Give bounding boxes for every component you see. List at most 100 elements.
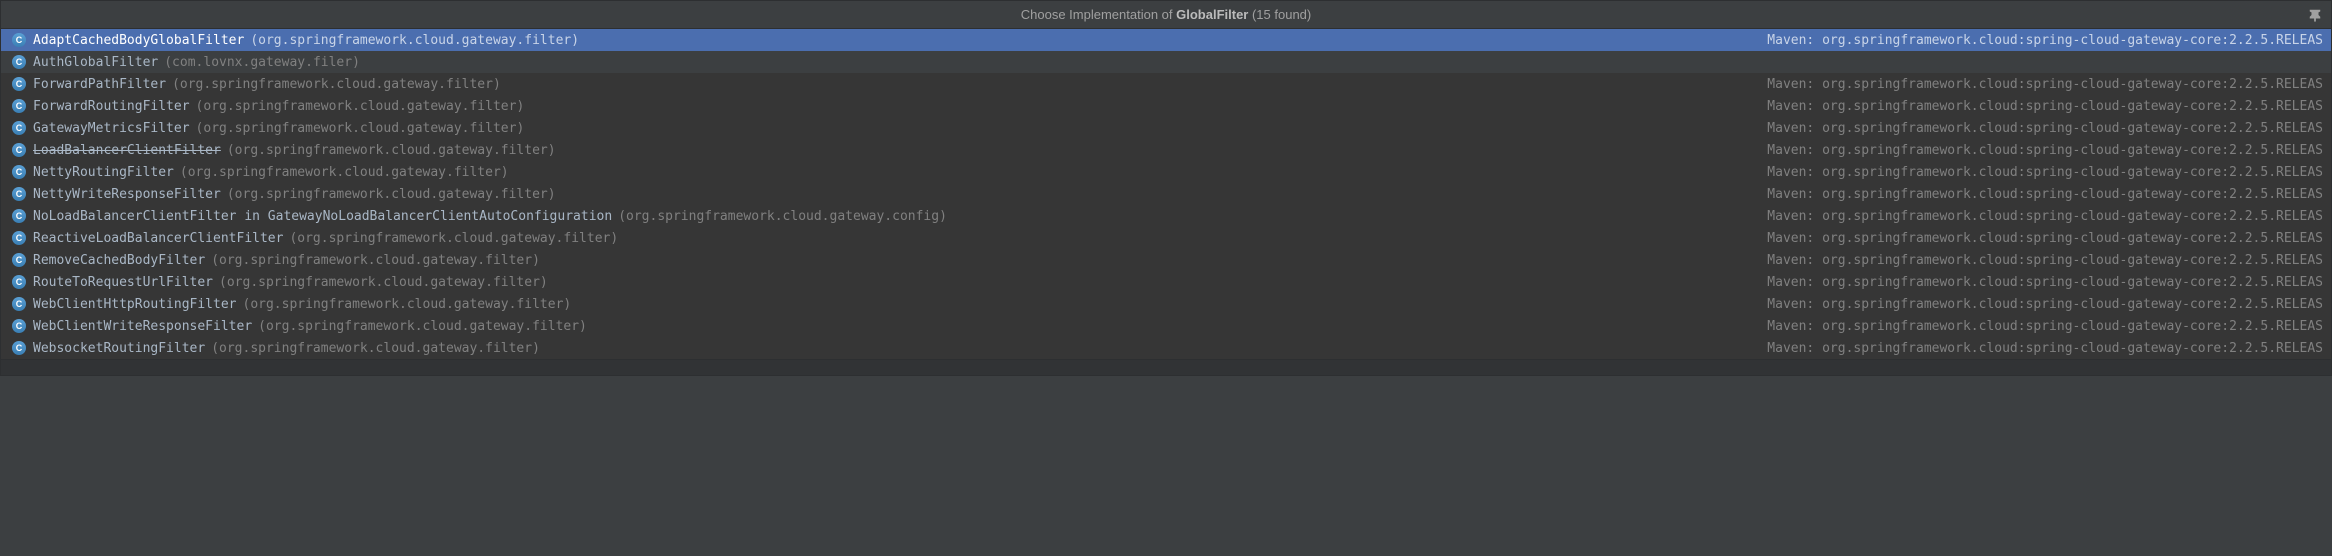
location-label: Maven: org.springframework.cloud:spring-… bbox=[1747, 187, 2323, 202]
list-item-left: CNettyRoutingFilter(org.springframework.… bbox=[11, 164, 509, 180]
pin-icon[interactable] bbox=[2307, 7, 2323, 23]
popup-title: Choose Implementation of GlobalFilter (1… bbox=[1021, 7, 1311, 22]
list-item-left: C RouteToRequestUrlFilter (org.springframe… bbox=[11, 274, 548, 290]
location-label: Maven: org.springframework.cloud:spring-… bbox=[1747, 297, 2323, 312]
package-name: (org.springframework.cloud.gateway.filte… bbox=[219, 275, 548, 290]
class-name: WebsocketRoutingFilter bbox=[33, 341, 205, 356]
title-bar: Choose Implementation of GlobalFilter (1… bbox=[1, 1, 2331, 29]
class-icon: C bbox=[11, 164, 27, 180]
package-name: (org.springframework.cloud.gateway.filte… bbox=[196, 99, 525, 114]
location-label: Maven: org.springframework.cloud:spring-… bbox=[1747, 165, 2323, 180]
class-icon-glyph: C bbox=[12, 121, 26, 135]
class-name: ForwardPathFilter bbox=[33, 77, 166, 92]
list-item[interactable]: C ForwardPathFilter (org.springframework.c… bbox=[1, 73, 2331, 95]
class-name: ForwardRoutingFilter bbox=[33, 99, 190, 114]
list-item[interactable]: C WebsocketRoutingFilter (org.springframew… bbox=[1, 337, 2331, 359]
class-name: GatewayMetricsFilter bbox=[33, 121, 190, 136]
package-name: (org.springframework.cloud.gateway.filte… bbox=[180, 165, 509, 180]
results-list[interactable]: C AdaptCachedBodyGlobalFilter (org.springf… bbox=[1, 29, 2331, 359]
class-icon: C bbox=[11, 76, 27, 92]
title-name: GlobalFilter bbox=[1176, 7, 1248, 22]
footer-bar bbox=[1, 359, 2331, 375]
list-item[interactable]: C LoadBalancerClientFilter (org.springfram… bbox=[1, 139, 2331, 161]
package-name: (org.springframework.cloud.gateway.filte… bbox=[250, 33, 579, 48]
location-label: Maven: org.springframework.cloud:spring-… bbox=[1747, 319, 2323, 334]
list-item[interactable]: CWebClientWriteResponseFilter(org.spring… bbox=[1, 315, 2331, 337]
package-name: (org.springframework.cloud.gateway.filte… bbox=[227, 187, 556, 202]
location-label: Maven: org.springframework.cloud:spring-… bbox=[1747, 275, 2323, 290]
location-label: Maven: org.springframework.cloud:spring-… bbox=[1747, 77, 2323, 92]
package-name: (org.springframework.cloud.gateway.filte… bbox=[172, 77, 501, 92]
class-icon: C bbox=[11, 120, 27, 136]
list-item-left: CRemoveCachedBodyFilter(org.springframew… bbox=[11, 252, 540, 268]
list-item-left: C AuthGlobalFilter (com.lovnx.gateway.file… bbox=[11, 54, 360, 70]
list-item[interactable]: C AuthGlobalFilter (com.lovnx.gateway.file… bbox=[1, 51, 2331, 73]
package-name: (org.springframework.cloud.gateway.filte… bbox=[211, 253, 540, 268]
list-item[interactable]: CNoLoadBalancerClientFilter in GatewayNo… bbox=[1, 205, 2331, 227]
title-suffix: (15 found) bbox=[1248, 7, 1311, 22]
list-item-left: C ForwardRoutingFilter (org.springframewor… bbox=[11, 98, 524, 114]
package-name: (org.springframework.cloud.gateway.filte… bbox=[227, 143, 556, 158]
class-name: ReactiveLoadBalancerClientFilter bbox=[33, 231, 283, 246]
location-label: Maven: org.springframework.cloud:spring-… bbox=[1747, 99, 2323, 114]
package-name: (org.springframework.cloud.gateway.filte… bbox=[196, 121, 525, 136]
location-label: Maven: org.springframework.cloud:spring-… bbox=[1747, 253, 2323, 268]
class-icon: C bbox=[11, 142, 27, 158]
class-icon: C bbox=[11, 98, 27, 114]
class-icon-glyph: C bbox=[12, 253, 26, 267]
class-icon-glyph: C bbox=[12, 99, 26, 113]
package-name: (org.springframework.cloud.gateway.filte… bbox=[211, 341, 540, 356]
list-item-left: C GatewayMetricsFilter (org.springframewor… bbox=[11, 120, 524, 136]
list-item-left: CNettyWriteResponseFilter(org.springfram… bbox=[11, 186, 556, 202]
title-prefix: Choose Implementation of bbox=[1021, 7, 1176, 22]
list-item[interactable]: C WebClientHttpRoutingFilter (org.springfr… bbox=[1, 293, 2331, 315]
location-label: Maven: org.springframework.cloud:spring-… bbox=[1747, 121, 2323, 136]
class-name: AuthGlobalFilter bbox=[33, 55, 158, 70]
list-item[interactable]: C ReactiveLoadBalancerClientFilter (org.sp… bbox=[1, 227, 2331, 249]
class-name: LoadBalancerClientFilter bbox=[33, 143, 221, 158]
class-icon-glyph: C bbox=[12, 77, 26, 91]
list-item-left: C ReactiveLoadBalancerClientFilter (org.sp… bbox=[11, 230, 618, 246]
class-icon-glyph: C bbox=[12, 341, 26, 355]
list-item[interactable]: C GatewayMetricsFilter (org.springframewor… bbox=[1, 117, 2331, 139]
class-icon-glyph: C bbox=[12, 231, 26, 245]
class-icon: C bbox=[11, 340, 27, 356]
package-name: (org.springframework.cloud.gateway.filte… bbox=[289, 231, 618, 246]
class-icon-glyph: C bbox=[12, 55, 26, 69]
class-icon: C bbox=[11, 32, 27, 48]
location-label: Maven: org.springframework.cloud:spring-… bbox=[1747, 33, 2323, 48]
class-name: AdaptCachedBodyGlobalFilter bbox=[33, 33, 244, 48]
location-label: Maven: org.springframework.cloud:spring-… bbox=[1747, 341, 2323, 356]
class-icon: C bbox=[11, 230, 27, 246]
list-item-left: CWebClientWriteResponseFilter(org.spring… bbox=[11, 318, 587, 334]
class-icon: C bbox=[11, 296, 27, 312]
class-icon-glyph: C bbox=[12, 275, 26, 289]
list-item[interactable]: C AdaptCachedBodyGlobalFilter (org.springf… bbox=[1, 29, 2331, 51]
choose-implementation-popup: Choose Implementation of GlobalFilter (1… bbox=[0, 0, 2332, 376]
class-icon-glyph: C bbox=[12, 33, 26, 47]
list-item-left: C LoadBalancerClientFilter (org.springfram… bbox=[11, 142, 556, 158]
class-name: NoLoadBalancerClientFilter in GatewayNoL… bbox=[33, 209, 612, 224]
class-icon: C bbox=[11, 54, 27, 70]
list-item[interactable]: CRemoveCachedBodyFilter(org.springframew… bbox=[1, 249, 2331, 271]
list-item-left: C WebClientHttpRoutingFilter (org.springfr… bbox=[11, 296, 571, 312]
class-name: WebClientHttpRoutingFilter bbox=[33, 297, 237, 312]
list-item[interactable]: C ForwardRoutingFilter (org.springframewor… bbox=[1, 95, 2331, 117]
location-label: Maven: org.springframework.cloud:spring-… bbox=[1747, 143, 2323, 158]
package-name: (org.springframework.cloud.gateway.confi… bbox=[618, 209, 947, 224]
list-item[interactable]: C RouteToRequestUrlFilter (org.springframe… bbox=[1, 271, 2331, 293]
location-label: Maven: org.springframework.cloud:spring-… bbox=[1747, 231, 2323, 246]
package-name: (org.springframework.cloud.gateway.filte… bbox=[243, 297, 572, 312]
class-icon: C bbox=[11, 252, 27, 268]
list-item[interactable]: CNettyRoutingFilter(org.springframework.… bbox=[1, 161, 2331, 183]
list-item[interactable]: CNettyWriteResponseFilter(org.springfram… bbox=[1, 183, 2331, 205]
list-item-left: C WebsocketRoutingFilter (org.springframew… bbox=[11, 340, 540, 356]
class-icon-glyph: C bbox=[12, 187, 26, 201]
class-icon: C bbox=[11, 318, 27, 334]
list-item-left: C AdaptCachedBodyGlobalFilter (org.springf… bbox=[11, 32, 579, 48]
class-icon-glyph: C bbox=[12, 143, 26, 157]
class-name: RouteToRequestUrlFilter bbox=[33, 275, 213, 290]
list-item-left: C ForwardPathFilter (org.springframework.c… bbox=[11, 76, 501, 92]
package-name: (com.lovnx.gateway.filer) bbox=[164, 55, 360, 70]
list-item-left: CNoLoadBalancerClientFilter in GatewayNo… bbox=[11, 208, 947, 224]
